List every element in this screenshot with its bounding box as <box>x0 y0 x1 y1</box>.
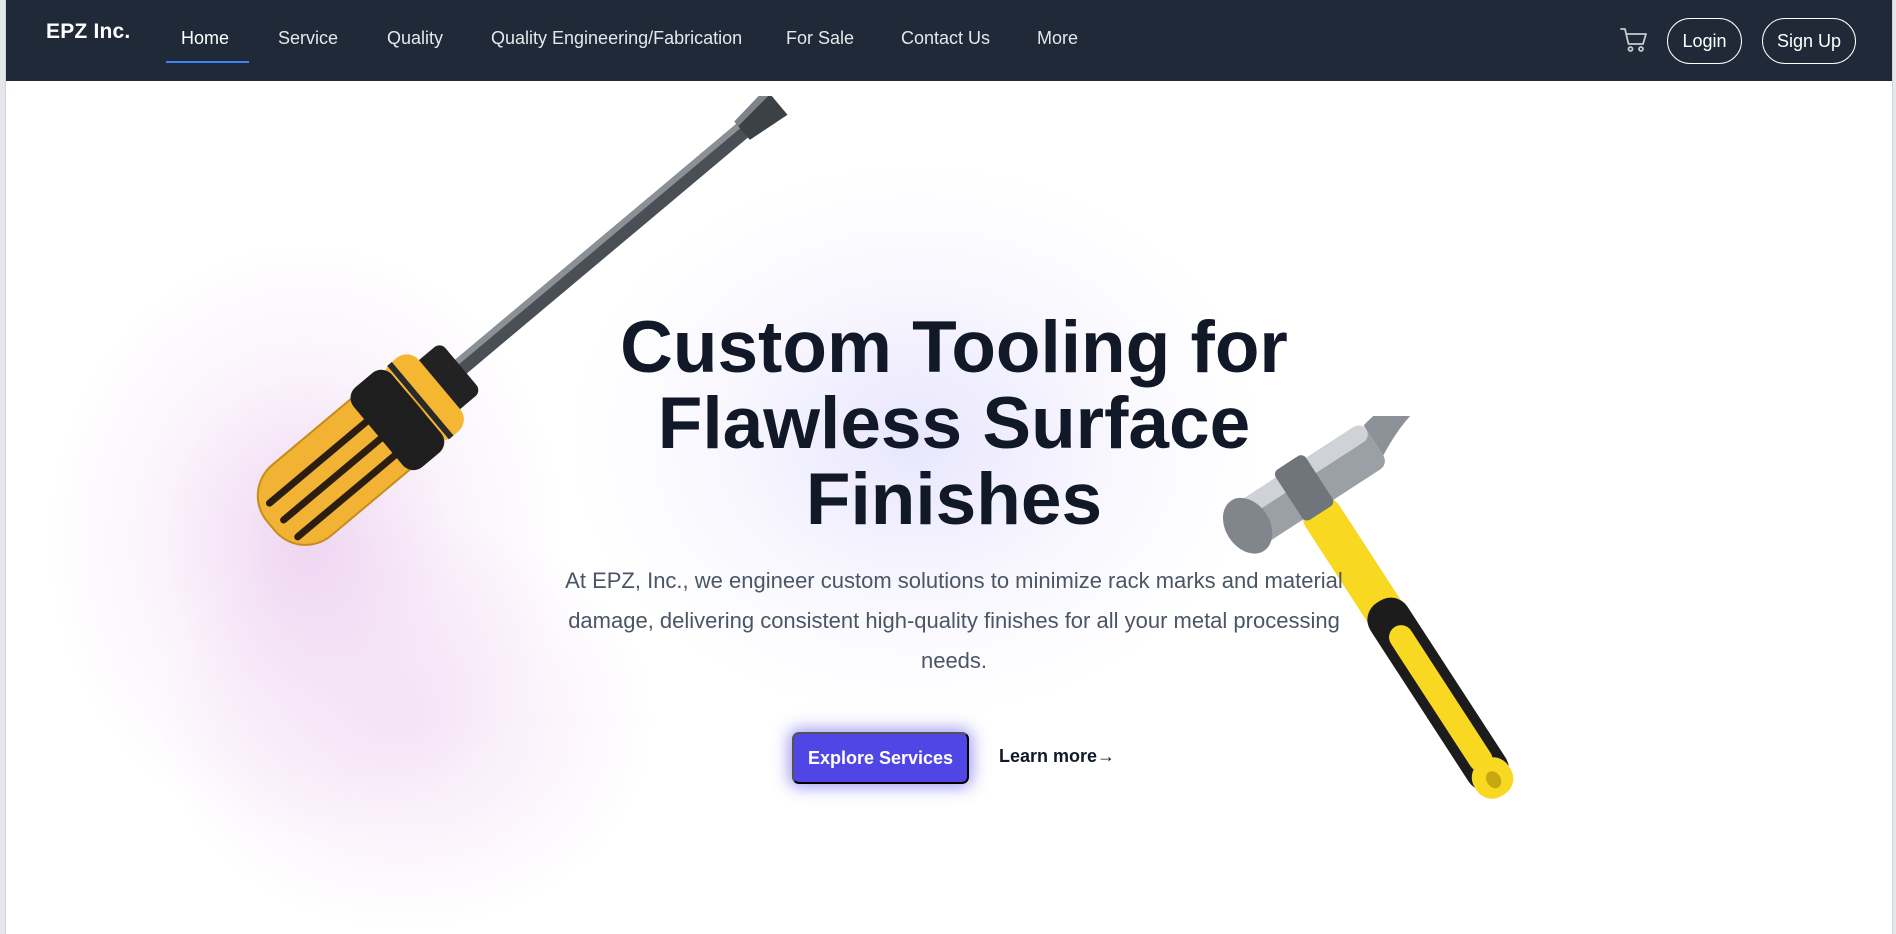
login-button[interactable]: Login <box>1667 18 1742 64</box>
nav-more[interactable]: More <box>1037 28 1078 49</box>
logo[interactable]: EPZ Inc. <box>46 20 130 44</box>
hero-title: Custom Tooling for Flawless Surface Fini… <box>554 310 1354 538</box>
browser-viewport: EPZ Inc. Home Service Quality Quality En… <box>5 0 1893 934</box>
nav-quality-engineering-fabrication[interactable]: Quality Engineering/Fabrication <box>491 28 742 49</box>
active-nav-indicator <box>166 61 249 63</box>
nav-home[interactable]: Home <box>181 28 229 49</box>
hero-title-line: Custom Tooling for <box>620 307 1288 388</box>
navbar: EPZ Inc. Home Service Quality Quality En… <box>6 0 1892 81</box>
nav-for-sale[interactable]: For Sale <box>786 28 854 49</box>
nav-quality[interactable]: Quality <box>387 28 443 49</box>
hero-title-line: Flawless Surface <box>657 383 1251 464</box>
hero-title-line: Finishes <box>805 459 1103 540</box>
explore-services-button[interactable]: Explore Services <box>792 732 969 784</box>
cart-icon[interactable] <box>1619 26 1649 54</box>
signup-button[interactable]: Sign Up <box>1762 18 1856 64</box>
hero-section: Custom Tooling for Flawless Surface Fini… <box>6 81 1892 934</box>
nav-contact-us[interactable]: Contact Us <box>901 28 990 49</box>
nav-service[interactable]: Service <box>278 28 338 49</box>
learn-more-link[interactable]: Learn more→ <box>999 746 1115 767</box>
hero-subtitle: At EPZ, Inc., we engineer custom solutio… <box>565 568 1343 673</box>
